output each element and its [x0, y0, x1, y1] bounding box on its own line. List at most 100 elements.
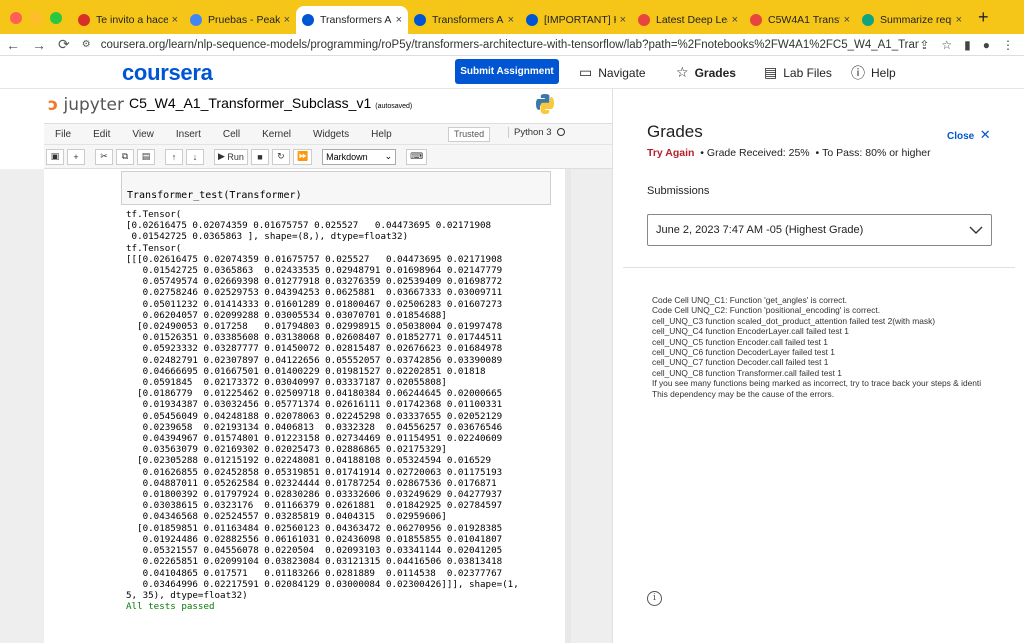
try-again-label: Try Again [647, 147, 695, 159]
browser-tab[interactable]: Pruebas - PeakU × [184, 6, 296, 34]
browser-tabbar: Te invito a hacer×Pruebas - PeakU× Transf… [0, 0, 1024, 34]
tab-label: [IMPORTANT] Ha [544, 14, 616, 26]
close-tab-icon[interactable]: × [956, 14, 962, 26]
chevron-down-icon [969, 226, 983, 234]
add-cell-icon[interactable]: + [67, 148, 85, 165]
forward-icon[interactable]: → [26, 37, 52, 53]
browser-tab[interactable]: Transformers Arc × [408, 6, 520, 34]
share-icon[interactable]: ⇪ [919, 38, 929, 52]
profile-avatar[interactable]: ● [983, 38, 990, 52]
tab-label: Summarize reque [880, 14, 952, 26]
help-label: Help [871, 65, 896, 80]
menu-item-edit[interactable]: Edit [82, 129, 121, 140]
back-icon[interactable]: ← [0, 37, 26, 53]
cell-type-select[interactable]: Markdown ⌄ [322, 148, 397, 165]
coursera-icon [302, 14, 314, 26]
browser-menu-icon[interactable]: ⋮ [1002, 38, 1014, 52]
paste-icon[interactable]: ▤ [137, 148, 155, 165]
feedback-line: Code Cell UNQ_C1: Function 'get_angles' … [652, 295, 847, 305]
new-tab-button[interactable]: + [968, 7, 999, 34]
feedback-line: Code Cell UNQ_C2: Function 'positional_e… [652, 305, 881, 316]
help-button[interactable]: ⓘ Help [851, 56, 896, 89]
lab-files-button[interactable]: ▤ Lab Files [764, 56, 832, 89]
chevron-down-icon: ⌄ [384, 151, 393, 161]
jupyter-header: ↄ jupyter C5_W4_A1_Transformer_Subclass_… [44, 89, 612, 123]
reload-icon[interactable]: ⟳ [52, 36, 76, 53]
trusted-indicator[interactable]: Trusted [448, 127, 491, 142]
chart-icon [190, 14, 202, 26]
browser-tab[interactable]: Summarize reque × [856, 6, 968, 34]
notebook-title[interactable]: C5_W4_A1_Transformer_Subclass_v1 (autosav… [129, 95, 412, 111]
close-tab-icon[interactable]: × [396, 14, 402, 26]
sidepanel-icon[interactable]: ▮ [964, 38, 971, 52]
url-field[interactable]: coursera.org/learn/nlp-sequence-models/p… [97, 39, 920, 51]
feedback-line: cell_UNQ_C3 function scaled_dot_product_… [652, 315, 936, 326]
feedback-line: cell_UNQ_C5 function Encoder.call failed… [652, 336, 828, 347]
submission-select[interactable]: June 2, 2023 7:47 AM -05 (Highest Grade) [647, 214, 992, 246]
menu-item-file[interactable]: File [44, 129, 82, 140]
notebook-area: Transformer_test(Transformer) tf.Tensor(… [0, 169, 612, 643]
menu-item-widgets[interactable]: Widgets [302, 129, 360, 140]
navigate-button[interactable]: ▭ Navigate [579, 56, 646, 89]
menu-item-help[interactable]: Help [360, 129, 403, 140]
menu-item-view[interactable]: View [121, 129, 165, 140]
to-pass: To Pass: 80% or higher [822, 147, 931, 159]
bookmark-star-icon[interactable]: ☆ [941, 38, 952, 52]
jupyter-toolbar: ▣ + ✂ ⧉ ▤ ↑ ↓ ▶ Run ■ ↻ ⏩ Markdown ⌄ ⌨ [44, 145, 612, 169]
site-info-icon[interactable]: ⚙ [76, 39, 97, 50]
coursera-header: coursera Submit Assignment ▭ Navigate ☆ … [0, 56, 1024, 89]
menu-item-cell[interactable]: Cell [212, 129, 251, 140]
grades-label: Grades [694, 65, 736, 80]
run-button[interactable]: ▶ Run [214, 148, 248, 165]
feedback-line: If you see many functions being marked a… [652, 378, 982, 389]
keyboard-icon[interactable]: ⌨ [406, 148, 428, 165]
browser-tab[interactable]: C5W4A1 Transfo × [744, 6, 856, 34]
cell-output: tf.Tensor( [0.02616475 0.02074359 0.0167… [126, 209, 519, 612]
notebook-page: Transformer_test(Transformer) tf.Tensor(… [44, 169, 568, 643]
code-cell[interactable]: Transformer_test(Transformer) [121, 171, 551, 205]
menu-item-insert[interactable]: Insert [165, 129, 212, 140]
minimize-window-button[interactable] [30, 12, 42, 24]
close-tab-icon[interactable]: × [844, 14, 850, 26]
close-tab-icon[interactable]: × [732, 14, 738, 26]
maximize-window-button[interactable] [50, 12, 62, 24]
browser-tab[interactable]: Latest Deep Lear × [632, 6, 744, 34]
code-input[interactable]: Transformer_test(Transformer) [127, 190, 302, 201]
fast-forward-icon[interactable]: ⏩ [292, 148, 313, 165]
close-tab-icon[interactable]: × [508, 14, 514, 26]
tab-label: Transformers Arc [432, 14, 504, 26]
browser-tab[interactable]: Te invito a hacer × [72, 6, 184, 34]
move-up-icon[interactable]: ↑ [165, 148, 183, 165]
jupyter-logo[interactable]: ↄ jupyter [48, 95, 124, 115]
notebook-scrollbar[interactable] [565, 169, 571, 643]
grade-received: Grade Received: 25% [706, 147, 810, 159]
grades-title: Grades [647, 122, 703, 141]
browser-tab[interactable]: [IMPORTANT] Ha × [520, 6, 632, 34]
save-icon[interactable]: ▣ [46, 148, 64, 165]
feedback-line: cell_UNQ_C4 function EncoderLayer.call f… [652, 326, 849, 337]
close-window-button[interactable] [10, 12, 22, 24]
kernel-indicator[interactable]: Python 3 [508, 127, 565, 138]
browser-tab[interactable]: Transformers Arc × [296, 6, 408, 34]
coursera-logo[interactable]: coursera [122, 60, 213, 86]
info-icon[interactable]: i [647, 591, 662, 606]
close-tab-icon[interactable]: × [172, 14, 178, 26]
output-text: tf.Tensor( [0.02616475 0.02074359 0.0167… [126, 209, 519, 601]
close-icon: ✕ [979, 127, 991, 142]
feedback-line: cell_UNQ_C8 function Transformer.call fa… [652, 367, 842, 378]
tab-strip: Te invito a hacer×Pruebas - PeakU× Transf… [72, 6, 968, 34]
move-down-icon[interactable]: ↓ [186, 148, 204, 165]
interrupt-icon[interactable]: ■ [250, 148, 269, 165]
star-icon: ☆ [676, 64, 689, 80]
grades-button[interactable]: ☆ Grades [676, 56, 736, 89]
submissions-label: Submissions [647, 185, 710, 197]
copy-icon[interactable]: ⧉ [116, 148, 134, 165]
close-panel-button[interactable]: Close ✕ [947, 127, 991, 143]
restart-icon[interactable]: ↻ [271, 148, 290, 165]
cut-icon[interactable]: ✂ [95, 148, 113, 165]
close-tab-icon[interactable]: × [284, 14, 290, 26]
menu-item-kernel[interactable]: Kernel [251, 129, 302, 140]
close-tab-icon[interactable]: × [620, 14, 626, 26]
navigate-icon: ▭ [579, 64, 593, 80]
submit-assignment-button[interactable]: Submit Assignment [455, 59, 559, 84]
